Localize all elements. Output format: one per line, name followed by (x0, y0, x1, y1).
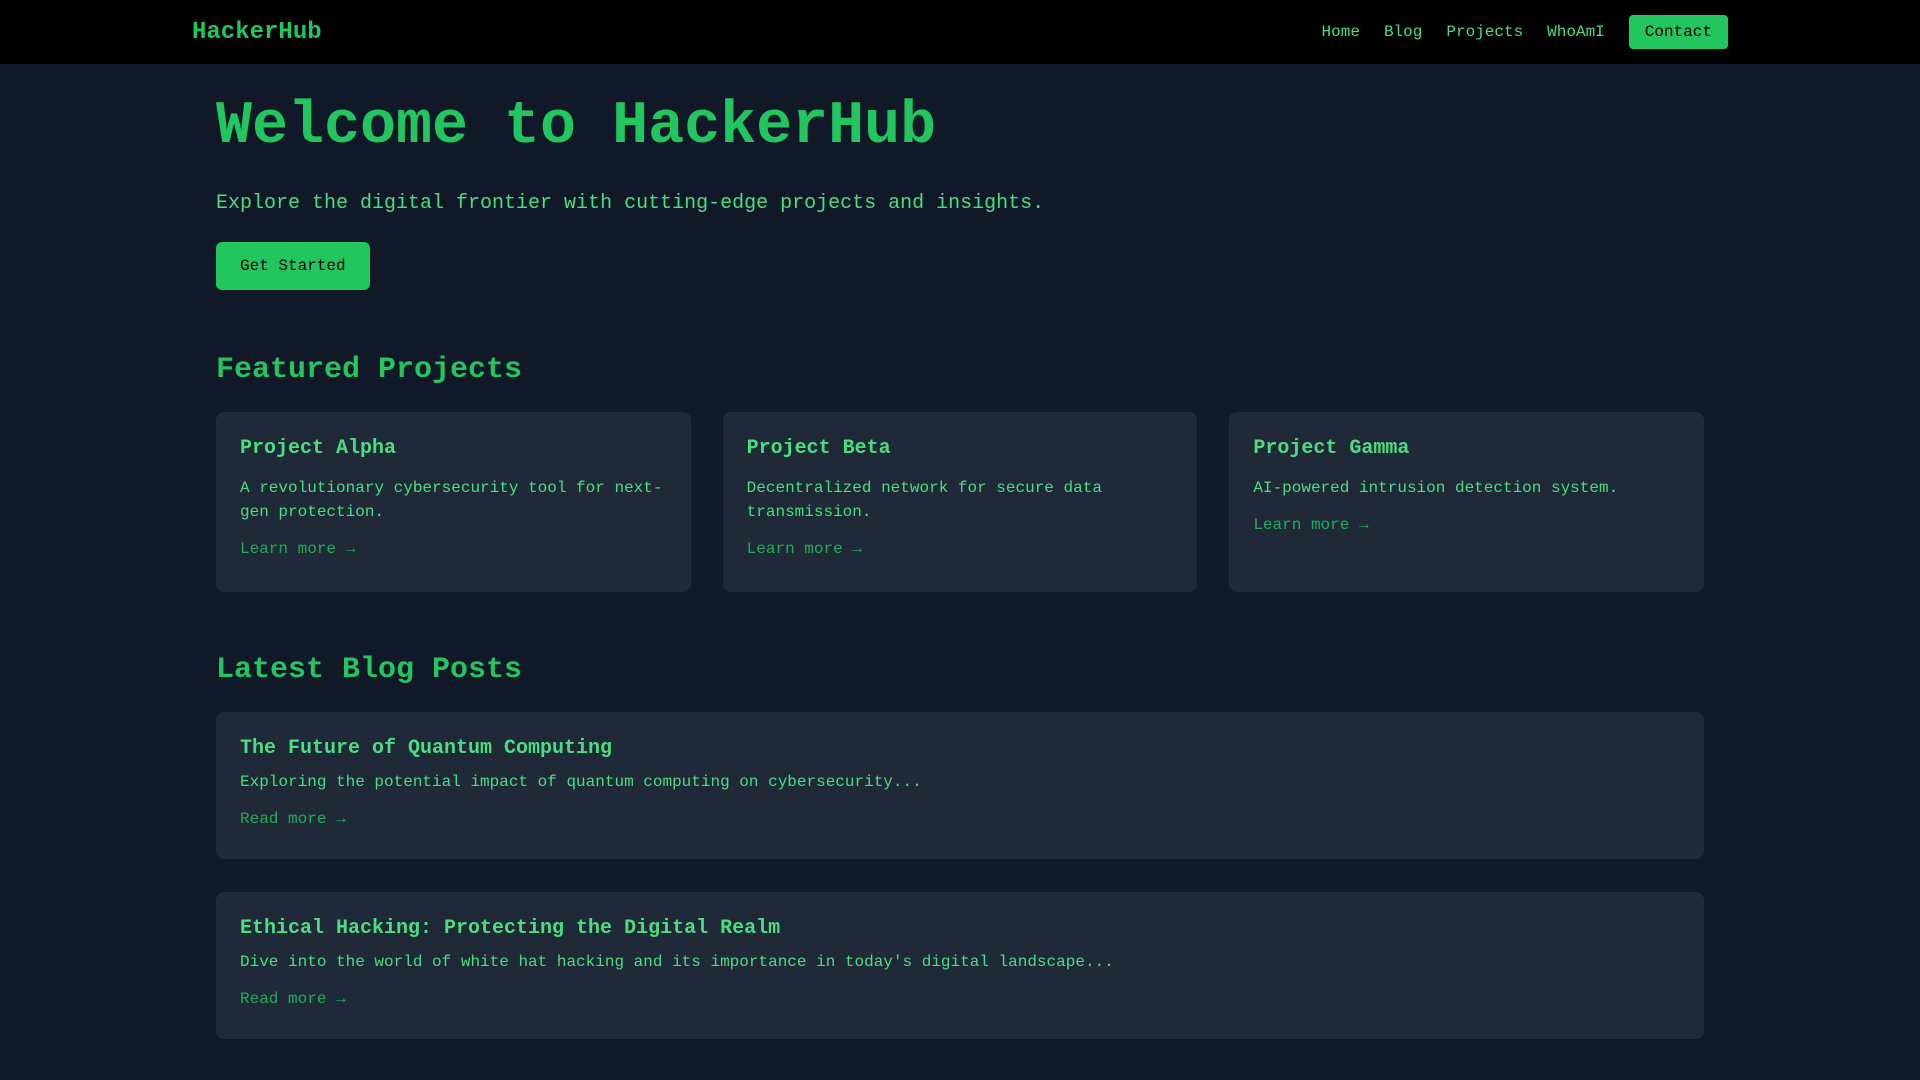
blog-read-more-link[interactable]: Read more → (240, 810, 346, 828)
blog-section: Latest Blog Posts The Future of Quantum … (216, 652, 1704, 1039)
project-title: Project Gamma (1253, 437, 1410, 460)
nav-link-projects[interactable]: Projects (1446, 23, 1523, 41)
project-description: AI-powered intrusion detection system. (1253, 479, 1619, 497)
top-navbar: HackerHub Home Blog Projects WhoAmI Cont… (0, 0, 1920, 64)
nav-link-whoami[interactable]: WhoAmI (1547, 23, 1605, 41)
project-learn-more-link[interactable]: Learn more → (240, 540, 355, 558)
get-started-button[interactable]: Get Started (216, 242, 370, 290)
project-card-alpha: Project Alpha A revolutionary cybersecur… (216, 412, 691, 592)
main-content: Welcome to HackerHub Explore the digital… (216, 64, 1704, 1039)
project-learn-more-link[interactable]: Learn more → (747, 540, 862, 558)
featured-projects-section: Featured Projects Project Alpha A revolu… (216, 352, 1704, 592)
project-description: Decentralized network for secure data tr… (746, 479, 1102, 521)
latest-blog-posts-title: Latest Blog Posts (216, 653, 523, 687)
blog-list: The Future of Quantum Computing Explorin… (216, 712, 1704, 1039)
blog-post-card: The Future of Quantum Computing Explorin… (216, 712, 1704, 859)
main-nav: Home Blog Projects WhoAmI Contact (1322, 15, 1728, 49)
navbar-inner: HackerHub Home Blog Projects WhoAmI Cont… (192, 15, 1728, 49)
project-card-beta: Project Beta Decentralized network for s… (722, 412, 1198, 592)
blog-post-card: Ethical Hacking: Protecting the Digital … (216, 892, 1704, 1039)
project-card-gamma: Project Gamma AI-powered intrusion detec… (1229, 412, 1704, 592)
brand-logo[interactable]: HackerHub (192, 19, 322, 46)
project-title: Project Alpha (240, 437, 397, 460)
blog-post-title: The Future of Quantum Computing (240, 737, 613, 760)
blog-post-excerpt: Dive into the world of white hat hacking… (240, 953, 1114, 971)
project-description: A revolutionary cybersecurity tool for n… (240, 479, 663, 521)
contact-button[interactable]: Contact (1628, 15, 1728, 49)
blog-post-excerpt: Exploring the potential impact of quantu… (240, 773, 922, 791)
project-title: Project Beta (746, 437, 891, 460)
blog-post-title: Ethical Hacking: Protecting the Digital … (240, 917, 781, 940)
hero-section: Welcome to HackerHub Explore the digital… (216, 94, 1704, 290)
nav-link-home[interactable]: Home (1322, 23, 1360, 41)
hero-title: Welcome to HackerHub (216, 93, 937, 161)
featured-projects-title: Featured Projects (216, 353, 523, 387)
projects-grid: Project Alpha A revolutionary cybersecur… (216, 412, 1704, 592)
blog-read-more-link[interactable]: Read more → (240, 990, 346, 1008)
nav-link-blog[interactable]: Blog (1384, 23, 1422, 41)
project-learn-more-link[interactable]: Learn more → (1253, 516, 1368, 534)
hero-subtitle: Explore the digital frontier with cuttin… (216, 192, 1045, 215)
